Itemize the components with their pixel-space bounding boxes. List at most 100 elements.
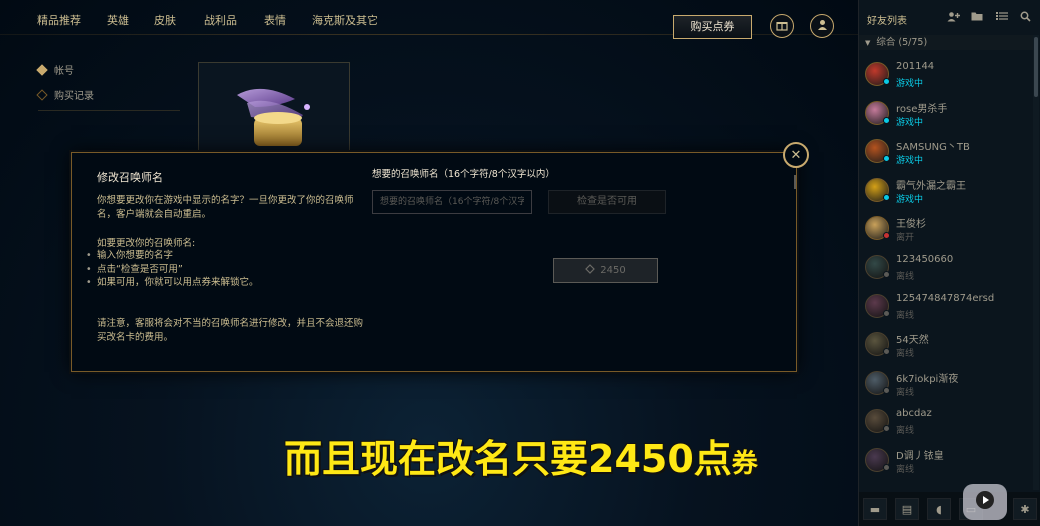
chat-button[interactable]: ▬ xyxy=(863,498,887,520)
friends-scrollbar[interactable] xyxy=(1033,35,1039,490)
chevron-down-icon: ▼ xyxy=(865,39,871,47)
friend-name: abcdaz xyxy=(896,408,932,420)
close-dialog-button[interactable]: ✕ xyxy=(783,142,809,168)
dialog-note: 请注意，客服将会对不当的召唤师名进行修改，并且不会退还购买改名卡的费用。 xyxy=(97,318,364,343)
friend-row[interactable]: 54天然 离线 xyxy=(863,328,1033,364)
friend-status: 游戏中 xyxy=(896,156,924,167)
search-icon[interactable] xyxy=(1020,11,1031,25)
friends-footer: ▬ ▤ ◖ ▭ ✱ xyxy=(859,492,1040,526)
purchase-rename-button[interactable]: 2450 xyxy=(553,258,658,283)
video-play-watermark xyxy=(963,484,1007,520)
status-dot-icon xyxy=(883,155,890,163)
nav-hextech-other[interactable]: 海克斯及其它 xyxy=(312,12,378,28)
friend-row[interactable]: D调丿铱皇离线 xyxy=(863,444,1033,480)
status-dot-icon xyxy=(883,232,890,240)
store-page: 精品推荐 英雄 皮肤 战利品 表情 海克斯及其它 购买点券 帐号 购买记录 修改… xyxy=(0,0,858,526)
gift-icon xyxy=(776,19,788,34)
friend-row[interactable]: 201144 游戏中 xyxy=(863,58,1033,94)
news-button[interactable]: ▤ xyxy=(895,498,919,520)
friend-name: 6k7iokpi渐夜 xyxy=(896,373,959,385)
group-label: 综合 (5/75) xyxy=(876,37,928,48)
status-dot-icon xyxy=(883,348,890,356)
nav-featured[interactable]: 精品推荐 xyxy=(37,12,81,28)
play-icon xyxy=(975,490,995,514)
friend-status: 离线 xyxy=(896,426,915,437)
friend-status: 离开 xyxy=(896,233,915,244)
sidebar-item-label: 帐号 xyxy=(54,66,74,77)
friend-name: 125474847874ersd xyxy=(896,292,995,304)
steps-title: 如要更改你的召唤师名: xyxy=(97,238,196,249)
nav-emotes[interactable]: 表情 xyxy=(264,12,286,28)
step-item: 点击“检查是否可用” xyxy=(86,263,259,277)
nav-champions[interactable]: 英雄 xyxy=(107,12,129,28)
friend-name: 123450660 xyxy=(896,254,954,265)
store-top-nav: 精品推荐 英雄 皮肤 战利品 表情 海克斯及其它 xyxy=(0,0,660,34)
nav-skins[interactable]: 皮肤 xyxy=(154,12,176,28)
sidebar-item-purchase-history[interactable]: 购买记录 xyxy=(36,87,94,102)
folder-icon[interactable] xyxy=(971,11,983,24)
steps-list: 输入你想要的名字 点击“检查是否可用” 如果可用，你就可以用点券来解锁它。 xyxy=(86,249,259,290)
caption-main: 而且现在改名只要2450点 xyxy=(284,437,732,481)
sidebar-item-label: 购买记录 xyxy=(54,91,94,102)
news-icon: ▤ xyxy=(901,502,913,516)
settings-button[interactable]: ✱ xyxy=(1013,498,1037,520)
friend-row[interactable]: SAMSUNG丶TB 游戏中 xyxy=(863,135,1033,171)
friend-row[interactable]: 123450660 离线 xyxy=(863,251,1033,287)
dialog-title: 修改召唤师名 xyxy=(97,171,163,184)
close-icon: ✕ xyxy=(790,147,802,163)
dialog-scrollbar[interactable] xyxy=(794,175,796,189)
status-dot-icon xyxy=(883,425,890,433)
friend-status: 离线 xyxy=(896,465,915,475)
add-friend-icon[interactable] xyxy=(947,11,960,25)
video-caption: 而且现在改名只要2450点券 xyxy=(284,428,758,483)
friend-status: 游戏中 xyxy=(896,79,924,89)
friend-row[interactable]: 125474847874ersd 离线 xyxy=(863,290,1033,326)
friends-header: 好友列表 xyxy=(859,0,1040,33)
friend-group-general[interactable]: ▼ 综合 (5/75) xyxy=(859,35,1033,50)
friend-status: 离线 xyxy=(896,387,915,398)
check-availability-button[interactable]: 检查是否可用 xyxy=(548,190,666,214)
friend-row[interactable]: 6k7iokpi渐夜 离线 xyxy=(863,367,1033,403)
name-field-label: 想要的召唤师名（16个字符/8个汉字以内） xyxy=(372,169,555,180)
name-change-card[interactable] xyxy=(198,62,350,154)
change-summoner-name-dialog: 修改召唤师名 你想要更改你在游戏中显示的名字？一旦你更改了你的召唤师名，客户端就… xyxy=(71,142,809,372)
status-dot-icon xyxy=(883,78,890,85)
friends-scroll-thumb[interactable] xyxy=(1034,37,1038,97)
profile-button[interactable] xyxy=(810,14,834,38)
diamond-icon xyxy=(36,88,48,101)
friend-row[interactable]: abcdaz 离线 xyxy=(863,405,1033,441)
mic-icon: ◖ xyxy=(936,502,942,516)
friend-name: 王俊杉 xyxy=(896,219,926,231)
name-change-quill-icon xyxy=(237,88,310,146)
gift-button[interactable] xyxy=(770,14,794,38)
summoner-name-input[interactable] xyxy=(372,190,532,214)
status-dot-icon xyxy=(883,193,890,201)
friend-name: SAMSUNG丶TB xyxy=(896,142,970,154)
friend-name: 54天然 xyxy=(896,335,929,347)
settings-icon: ✱ xyxy=(1020,502,1030,516)
friends-title: 好友列表 xyxy=(867,16,907,27)
mic-button[interactable]: ◖ xyxy=(927,498,951,520)
sidebar-divider xyxy=(38,110,180,111)
friend-status: 离线 xyxy=(896,272,915,282)
status-dot-icon xyxy=(883,271,890,278)
chat-icon: ▬ xyxy=(869,502,881,516)
friend-row[interactable]: 霸气外漏之霸王 游戏中 xyxy=(863,174,1033,210)
friend-status: 游戏中 xyxy=(896,117,924,128)
friend-row[interactable]: rose男杀手 游戏中 xyxy=(863,97,1033,133)
status-dot-icon xyxy=(883,309,890,317)
status-dot-icon xyxy=(883,116,890,124)
friend-row[interactable]: 王俊杉 离开 xyxy=(863,212,1033,248)
active-diamond-icon xyxy=(36,63,48,76)
nav-loot[interactable]: 战利品 xyxy=(204,12,237,28)
friend-status: 离线 xyxy=(896,310,915,321)
rp-icon xyxy=(585,264,596,277)
status-dot-icon xyxy=(883,386,890,394)
list-icon[interactable] xyxy=(996,11,1008,24)
friend-name: 霸气外漏之霸王 xyxy=(896,180,966,192)
sidebar-item-account[interactable]: 帐号 xyxy=(36,62,74,77)
friend-name: rose男杀手 xyxy=(896,103,948,115)
user-icon xyxy=(816,18,829,34)
friend-name: D调丿铱皇 xyxy=(896,451,944,462)
buy-rp-button[interactable]: 购买点券 xyxy=(673,15,752,39)
